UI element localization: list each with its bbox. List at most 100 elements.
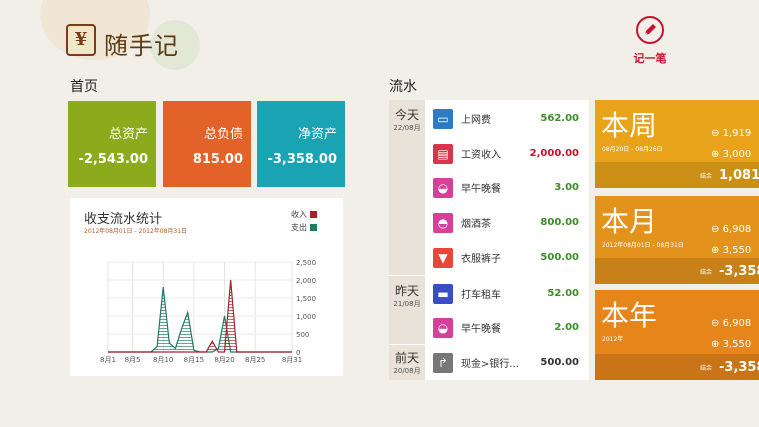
app-logo: ¥ bbox=[66, 24, 96, 56]
period-this-year[interactable]: 本年 2012年 ⊖ 6,908 ⊕ 3,550 结余 -3,358. bbox=[595, 290, 759, 380]
period-expense: ⊖ 1,919 bbox=[711, 128, 751, 139]
period-balance-label: 结余 bbox=[700, 173, 713, 180]
flow-item-amount: 562.00 bbox=[540, 113, 579, 124]
computer-icon: ▭ bbox=[433, 108, 453, 129]
total-liabilities-tile[interactable]: 总负债 815.00 bbox=[163, 101, 251, 187]
tile-value: -3,358.00 bbox=[267, 152, 337, 167]
period-balance-value: 1,081. bbox=[719, 168, 759, 183]
x-tick-label: 8月1 bbox=[100, 356, 116, 364]
period-balance-label: 结余 bbox=[700, 269, 713, 276]
y-tick-label: 2,000 bbox=[296, 277, 316, 285]
pen-icon bbox=[636, 16, 664, 44]
minus-circle-icon: ⊖ bbox=[711, 128, 723, 139]
flow-item-name: 上网费 bbox=[461, 115, 491, 126]
period-income: ⊕ 3,550 bbox=[711, 245, 751, 256]
plus-circle-icon: ⊕ bbox=[711, 245, 723, 256]
period-balance-value: -3,358.0 bbox=[719, 264, 759, 279]
x-tick-label: 8月25 bbox=[245, 356, 265, 364]
period-balance-label: 结余 bbox=[700, 365, 713, 372]
day-date: 20/08月 bbox=[393, 367, 421, 375]
flow-item-amount: 2,000.00 bbox=[529, 148, 579, 159]
day-group-day-before: 前天 20/08月 bbox=[389, 345, 425, 380]
period-expense: ⊖ 6,908 bbox=[711, 318, 751, 329]
minus-circle-icon: ⊖ bbox=[711, 318, 723, 329]
y-tick-label: 2,500 bbox=[296, 259, 316, 267]
flow-item-name: 衣服裤子 bbox=[461, 254, 501, 265]
x-tick-label: 8月5 bbox=[125, 356, 141, 364]
expense-series-line bbox=[108, 287, 292, 353]
period-this-week[interactable]: 本周 08月20日 - 08月26日 ⊖ 1,919 ⊕ 3,000 结余 1,081. bbox=[595, 100, 759, 188]
net-assets-tile[interactable]: 净资产 -3,358.00 bbox=[257, 101, 345, 187]
day-name: 昨天 bbox=[394, 284, 419, 298]
flow-item-name: 早午晚餐 bbox=[461, 324, 501, 335]
period-income-value: 3,550 bbox=[722, 245, 752, 256]
period-expense-value: 6,908 bbox=[722, 318, 752, 329]
period-income-value: 3,550 bbox=[722, 339, 752, 350]
flow-item-amount: 2.00 bbox=[554, 322, 579, 333]
expense-series-area bbox=[108, 287, 292, 352]
flow-item-amount: 800.00 bbox=[540, 217, 579, 228]
bowl-icon: ◒ bbox=[433, 317, 453, 338]
record-button[interactable]: 记一笔 bbox=[626, 16, 674, 70]
app-name: 随手记 bbox=[104, 32, 179, 60]
transfer-icon: ↱ bbox=[433, 352, 453, 373]
period-range: 2012年 bbox=[602, 336, 624, 343]
tile-value: -2,543.00 bbox=[78, 152, 148, 167]
flow-item[interactable]: ◒ 早午晚餐 2.00 bbox=[426, 310, 589, 345]
flow-item[interactable]: ▬ 打车租车 52.00 bbox=[426, 276, 589, 311]
flow-item-name: 打车租车 bbox=[461, 290, 501, 301]
home-title: 首页 bbox=[70, 79, 98, 95]
x-tick-label: 8月15 bbox=[184, 356, 204, 364]
period-expense: ⊖ 6,908 bbox=[711, 224, 751, 235]
y-tick-label: 1,500 bbox=[296, 295, 316, 303]
bowl-icon: ◒ bbox=[433, 177, 453, 198]
cashflow-chart: 8月1 8月5 8月10 8月15 8月20 8月25 8月310 500 1,000 1,500… bbox=[100, 259, 316, 364]
x-tick-label: 8月10 bbox=[153, 356, 173, 364]
flow-item-name: 工资收入 bbox=[461, 150, 501, 161]
flow-item[interactable]: ▤ 工资收入 2,000.00 bbox=[426, 136, 589, 171]
flow-item[interactable]: ▭ 上网费 562.00 bbox=[426, 101, 589, 136]
wine-icon: ◓ bbox=[433, 212, 453, 233]
period-this-month[interactable]: 本月 2012年08月01日 - 08月31日 ⊖ 6,908 ⊕ 3,550 结余 -3… bbox=[595, 196, 759, 284]
y-tick-label: 0 bbox=[296, 349, 300, 357]
tile-label: 净资产 bbox=[297, 127, 337, 142]
period-title: 本年 bbox=[601, 299, 658, 332]
wallet-icon: ▤ bbox=[433, 143, 453, 164]
flow-item[interactable]: ↱ 现金>银行... 500.00 bbox=[426, 345, 589, 380]
period-income-value: 3,000 bbox=[722, 149, 752, 160]
period-expense-value: 1,919 bbox=[722, 128, 752, 139]
day-name: 今天 bbox=[394, 108, 419, 122]
day-group-today: 今天 22/08月 bbox=[389, 100, 425, 275]
flow-item-amount: 3.00 bbox=[554, 182, 579, 193]
period-range: 2012年08月01日 - 08月31日 bbox=[602, 242, 684, 249]
flow-item-name: 早午晚餐 bbox=[461, 184, 501, 195]
cashflow-chart-panel[interactable]: 收支流水统计 2012年08月01日 - 2012年08月31日 收入 支出 8… bbox=[70, 198, 343, 376]
minus-circle-icon: ⊖ bbox=[711, 224, 723, 235]
flow-item-amount: 500.00 bbox=[540, 252, 579, 263]
flow-item[interactable]: ◓ 烟酒茶 800.00 bbox=[426, 205, 589, 240]
period-income: ⊕ 3,550 bbox=[711, 339, 751, 350]
flow-item[interactable]: ◒ 早午晚餐 3.00 bbox=[426, 170, 589, 205]
day-group-yesterday: 昨天 21/08月 bbox=[389, 276, 425, 344]
period-income: ⊕ 3,000 bbox=[711, 149, 751, 160]
total-assets-tile[interactable]: 总资产 -2,543.00 bbox=[68, 101, 156, 187]
flow-title: 流水 bbox=[389, 79, 417, 95]
y-tick-label: 500 bbox=[296, 331, 309, 339]
day-date: 21/08月 bbox=[393, 300, 421, 308]
x-tick-label: 8月31 bbox=[282, 356, 302, 364]
plus-circle-icon: ⊕ bbox=[711, 339, 723, 350]
period-expense-value: 6,908 bbox=[722, 224, 752, 235]
period-title: 本月 bbox=[601, 205, 658, 238]
car-icon: ▬ bbox=[433, 283, 453, 304]
flow-item-name: 烟酒茶 bbox=[461, 219, 491, 230]
y-tick-label: 1,000 bbox=[296, 313, 316, 321]
record-label: 记一笔 bbox=[633, 52, 667, 65]
day-date: 22/08月 bbox=[393, 124, 421, 132]
flow-item-amount: 500.00 bbox=[540, 357, 579, 368]
flow-item[interactable]: ▼ 衣服裤子 500.00 bbox=[426, 240, 589, 275]
period-balance-value: -3,358. bbox=[719, 360, 759, 375]
period-range: 08月20日 - 08月26日 bbox=[602, 146, 663, 153]
tile-label: 总负债 bbox=[203, 127, 243, 142]
period-title: 本周 bbox=[601, 109, 658, 142]
day-name: 前天 bbox=[394, 351, 419, 365]
